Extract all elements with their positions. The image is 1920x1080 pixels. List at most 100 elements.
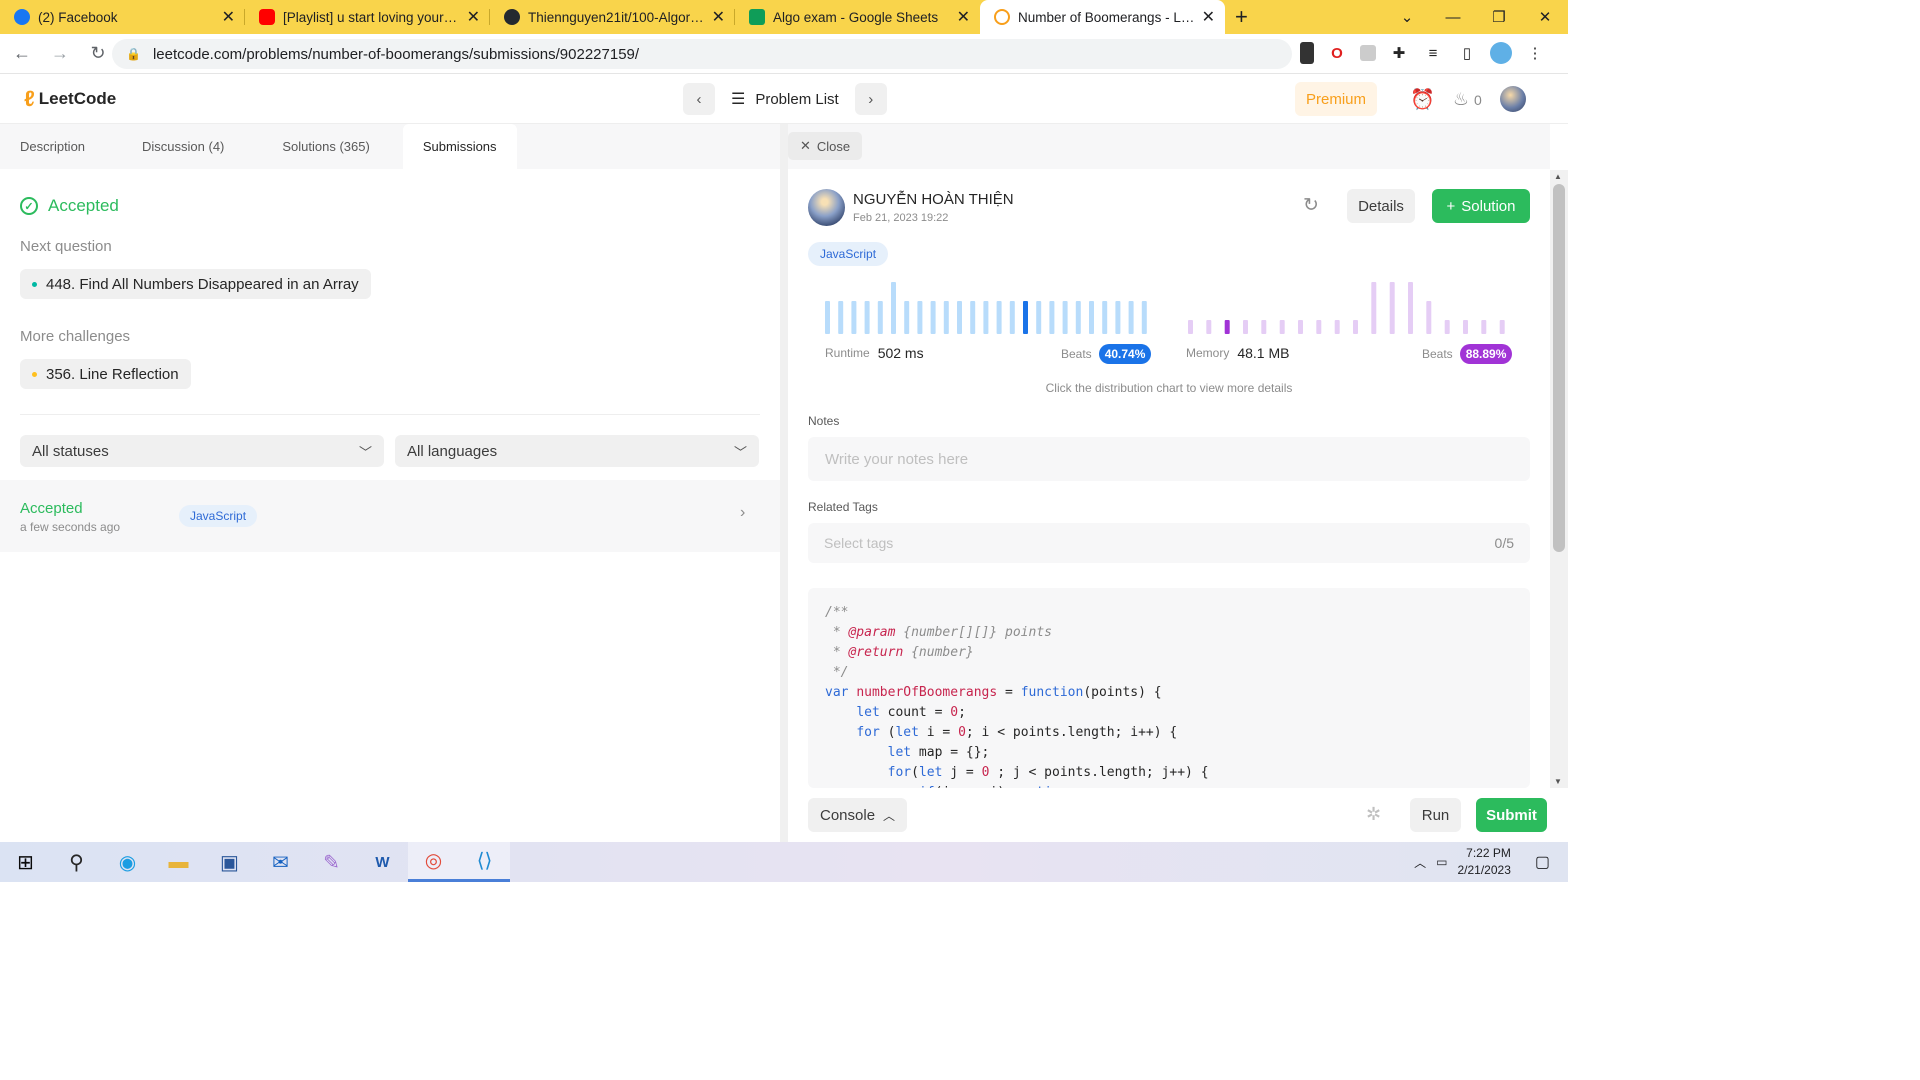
tab-solutions[interactable]: Solutions (365) (262, 124, 389, 169)
opera-icon[interactable]: O (1326, 42, 1348, 64)
distribution-bar[interactable] (930, 301, 936, 334)
distribution-bar[interactable] (943, 301, 949, 334)
distribution-bar[interactable] (851, 301, 857, 334)
distribution-bar[interactable] (1444, 320, 1450, 334)
edge-icon[interactable]: ◉ (102, 842, 153, 882)
browser-tab-sheets[interactable]: Algo exam - Google Sheets ✕ (735, 0, 980, 34)
distribution-bar[interactable] (1062, 301, 1068, 334)
new-tab-icon[interactable]: + (1235, 4, 1248, 30)
distribution-bar[interactable] (1036, 301, 1042, 334)
details-button[interactable]: Details (1347, 189, 1415, 223)
memory-distribution-chart[interactable] (1188, 282, 1518, 334)
distribution-bar[interactable] (996, 301, 1002, 334)
puzzle-icon[interactable]: ✚ (1388, 42, 1410, 64)
refresh-icon[interactable]: ↻ (1303, 194, 1319, 217)
clock[interactable]: 7:22 PM 2/21/2023 (1457, 845, 1510, 879)
next-problem-button[interactable]: › (854, 83, 887, 115)
console-button[interactable]: Console ︿ (808, 798, 908, 832)
notification-icon[interactable]: ▢ (1535, 852, 1550, 872)
back-icon[interactable]: ← (6, 43, 38, 64)
problem-list-button[interactable]: ☰ Problem List (725, 89, 845, 109)
scrollbar-thumb[interactable] (1553, 184, 1565, 552)
distribution-bar[interactable] (891, 282, 896, 334)
distribution-bar[interactable] (1499, 320, 1505, 334)
distribution-bar[interactable] (1115, 301, 1121, 334)
tab-description[interactable]: Description (0, 124, 105, 169)
word-icon[interactable]: W (357, 842, 408, 882)
battery-icon[interactable]: ▭ (1436, 855, 1447, 869)
close-window-icon[interactable]: ✕ (1522, 8, 1568, 26)
search-icon[interactable]: ⚲ (51, 842, 102, 882)
submission-row[interactable]: Accepted a few seconds ago JavaScript › (0, 480, 780, 552)
side-panel-icon[interactable]: ▯ (1456, 42, 1478, 64)
distribution-bar[interactable] (1279, 320, 1285, 334)
menu-icon[interactable]: ⋮ (1524, 42, 1546, 64)
distribution-bar[interactable] (1075, 301, 1081, 334)
user-avatar[interactable] (1499, 86, 1526, 112)
maximize-icon[interactable]: ❐ (1476, 8, 1522, 26)
close-tab-icon[interactable]: ✕ (957, 7, 970, 27)
solution-button[interactable]: + Solution (1432, 189, 1530, 223)
distribution-bar[interactable] (877, 301, 883, 334)
user-name[interactable]: NGUYỄN HOÀN THIỆN (853, 191, 1014, 208)
mail-icon[interactable]: ✉ (255, 842, 306, 882)
distribution-bar[interactable] (1141, 301, 1147, 334)
notes-input[interactable]: Write your notes here (808, 437, 1530, 481)
distribution-bar[interactable] (1316, 320, 1322, 334)
distribution-bar[interactable] (1261, 320, 1267, 334)
media-icon[interactable]: ≡ (1422, 42, 1444, 64)
extension-icon[interactable] (1300, 42, 1314, 64)
minimize-icon[interactable]: — (1430, 9, 1476, 26)
vscode-icon[interactable]: ⟨⟩ (459, 842, 510, 882)
tray-chevron-icon[interactable]: ︿ (1414, 854, 1426, 871)
distribution-bar[interactable] (1206, 320, 1212, 334)
debug-icon[interactable]: ✲ (1366, 804, 1381, 825)
tab-discussion[interactable]: Discussion (4) (122, 124, 244, 169)
distribution-bar[interactable] (917, 301, 923, 334)
streak-fire-icon[interactable]: ♨ 0 (1453, 89, 1482, 110)
distribution-bar[interactable] (1224, 320, 1230, 334)
browser-tab-facebook[interactable]: (2) Facebook ✕ (0, 0, 245, 34)
prev-problem-button[interactable]: ‹ (683, 83, 715, 115)
leetcode-logo[interactable]: ℓ LeetCode (24, 86, 116, 112)
close-tab-icon[interactable]: ✕ (222, 7, 235, 27)
distribution-bar[interactable] (1243, 320, 1248, 334)
distribution-bar[interactable] (1102, 301, 1108, 334)
browser-tab-leetcode[interactable]: Number of Boomerangs - LeetCode ✕ (980, 0, 1225, 34)
user-avatar[interactable] (808, 189, 845, 226)
close-tab-icon[interactable]: ✕ (467, 7, 480, 27)
scroll-down-icon[interactable]: ▼ (1554, 777, 1562, 786)
distribution-bar[interactable] (957, 301, 962, 334)
distribution-bar[interactable] (1463, 320, 1468, 334)
next-question-link[interactable]: 448. Find All Numbers Disappeared in an … (20, 269, 371, 299)
profile-avatar[interactable] (1490, 42, 1512, 64)
distribution-bar[interactable] (1353, 320, 1358, 334)
submit-button[interactable]: Submit (1476, 798, 1547, 832)
distribution-bar[interactable] (1089, 301, 1094, 334)
address-bar[interactable]: 🔒 leetcode.com/problems/number-of-boomer… (112, 39, 1662, 881)
distribution-bar[interactable] (1049, 301, 1055, 334)
distribution-bar[interactable] (1481, 320, 1487, 334)
lock-icon[interactable]: 🔒 (126, 47, 141, 61)
panel-resize-handle[interactable] (780, 124, 788, 842)
distribution-bar[interactable] (838, 301, 844, 334)
windows-start-icon[interactable]: ⊞ (0, 842, 51, 882)
alarm-icon[interactable]: ⏰ (1410, 87, 1435, 112)
code-viewer[interactable]: /** * @param {number[][]} points * @retu… (808, 588, 1530, 788)
url-text[interactable]: leetcode.com/problems/number-of-boomeran… (153, 46, 639, 63)
distribution-bar[interactable] (904, 301, 910, 334)
distribution-bar[interactable] (1009, 301, 1015, 334)
runtime-distribution-chart[interactable] (825, 282, 1155, 334)
paint-icon[interactable]: ✎ (306, 842, 357, 882)
store-icon[interactable]: ▣ (204, 842, 255, 882)
file-explorer-icon[interactable]: ▬ (153, 842, 204, 882)
distribution-bar[interactable] (1298, 320, 1303, 334)
reload-icon[interactable]: ↻ (82, 43, 114, 64)
more-challenge-link[interactable]: 356. Line Reflection (20, 359, 191, 389)
scrollbar[interactable]: ▲ ▼ (1550, 170, 1568, 788)
chevron-right-icon[interactable]: › (740, 504, 745, 522)
close-tab-icon[interactable]: ✕ (712, 7, 725, 27)
forward-icon[interactable]: → (44, 43, 76, 64)
distribution-bar[interactable] (1371, 282, 1377, 334)
tags-select[interactable]: Select tags 0/5 (808, 523, 1530, 563)
